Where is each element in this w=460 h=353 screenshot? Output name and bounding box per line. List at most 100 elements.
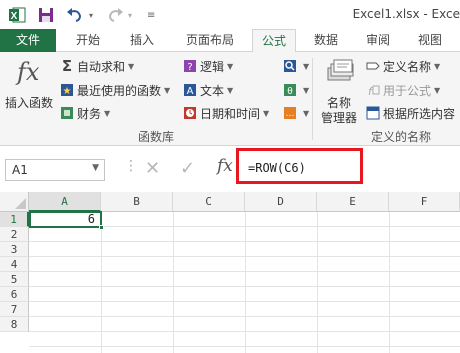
tab-page-layout[interactable]: 页面布局 — [174, 29, 246, 52]
financial-label: 财务 — [77, 106, 102, 121]
financial-book-icon — [60, 106, 74, 120]
svg-text:A: A — [187, 86, 194, 97]
date-time-button[interactable]: 日期和时间 ▼ — [183, 103, 269, 123]
cancel-icon[interactable]: ✕ — [145, 158, 160, 179]
column-header-f[interactable]: F — [389, 192, 460, 212]
save-icon[interactable] — [38, 5, 54, 25]
svg-text:X: X — [11, 11, 18, 22]
text-button[interactable]: A 文本 ▼ — [183, 80, 233, 100]
insert-function-button[interactable]: fx 插入函数 — [3, 54, 55, 116]
window-title: Excel1.xlsx - Exce — [352, 7, 460, 21]
chevron-down-icon: ▼ — [303, 61, 310, 71]
tag-icon — [366, 59, 380, 73]
chevron-down-icon: ▼ — [104, 108, 111, 118]
row-header-1[interactable]: 1 — [0, 212, 29, 227]
text-label: 文本 — [200, 83, 225, 98]
create-from-selection-label: 根据所选内容 — [383, 106, 456, 121]
formula-bar: A1 ▼ ⋮ ✕ ✓ fx =ROW(C6) — [0, 146, 460, 188]
cell-a1[interactable]: 6 — [29, 211, 102, 228]
chevron-down-icon: ▼ — [303, 85, 310, 95]
sigma-icon: Σ — [61, 57, 73, 75]
text-book-icon: A — [183, 83, 197, 97]
chevron-down-icon: ▼ — [263, 108, 270, 118]
create-from-selection-button[interactable]: 根据所选内容 — [366, 103, 455, 123]
svg-text:θ: θ — [287, 87, 293, 97]
name-manager-button[interactable]: 名称 管理器 — [318, 54, 362, 126]
logical-book-icon: ? — [183, 59, 197, 73]
chevron-down-icon: ▼ — [227, 61, 234, 71]
svg-text:?: ? — [187, 62, 192, 73]
customize-qat-icon[interactable]: ≡ — [147, 5, 155, 25]
clock-book-icon — [183, 106, 197, 120]
row-header-5[interactable]: 5 — [0, 272, 29, 287]
chevron-down-icon: ▼ — [434, 61, 441, 71]
column-header-a[interactable]: A — [29, 192, 101, 212]
define-name-label: 定义名称 — [383, 59, 432, 74]
tab-file[interactable]: 文件 — [0, 29, 56, 52]
gridlines — [29, 212, 460, 353]
star-book-icon: ★ — [60, 83, 74, 97]
date-time-label: 日期和时间 — [200, 106, 261, 121]
math-button[interactable]: θ ▼ — [283, 80, 309, 100]
lookup-button[interactable]: ▼ — [283, 56, 309, 76]
define-name-button[interactable]: 定义名称 ▼ — [366, 56, 440, 76]
row-header-3[interactable]: 3 — [0, 242, 29, 257]
highlight-box — [236, 148, 363, 184]
math-book-icon: θ — [283, 83, 297, 97]
worksheet-grid[interactable]: A B C D E F 1 2 3 4 5 6 7 8 6 — [0, 188, 460, 353]
row-header-6[interactable]: 6 — [0, 287, 29, 302]
cell-a1-value: 6 — [87, 212, 95, 226]
tab-data[interactable]: 数据 — [304, 29, 348, 52]
ribbon-tabs: 文件 开始 插入 页面布局 公式 数据 审阅 视图 — [0, 29, 460, 53]
title-bar: X ▾ ▾ ≡ Excel1.xlsx - Exce — [0, 0, 460, 30]
tab-review[interactable]: 审阅 — [356, 29, 400, 52]
name-box-value: A1 — [12, 163, 28, 177]
column-header-d[interactable]: D — [245, 192, 317, 212]
undo-icon[interactable] — [66, 5, 84, 25]
function-library-group-label: 函数库 — [138, 130, 175, 144]
row-header-4[interactable]: 4 — [0, 257, 29, 272]
ribbon-formulas: fx 插入函数 Σ 自动求和 ▼ ★ 最近使用的函数 ▼ 财务 ▼ ? 逻辑 ▼… — [0, 52, 460, 146]
svg-text:★: ★ — [63, 86, 72, 97]
group-separator — [312, 58, 313, 140]
logical-button[interactable]: ? 逻辑 ▼ — [183, 56, 233, 76]
autosum-button[interactable]: Σ 自动求和 ▼ — [60, 56, 134, 76]
financial-button[interactable]: 财务 ▼ — [60, 103, 110, 123]
tab-home[interactable]: 开始 — [66, 29, 110, 52]
select-all-corner[interactable] — [0, 192, 29, 212]
create-from-selection-icon — [366, 106, 380, 120]
column-header-c[interactable]: C — [173, 192, 245, 212]
tab-view[interactable]: 视图 — [408, 29, 452, 52]
tab-insert[interactable]: 插入 — [120, 29, 164, 52]
enter-icon[interactable]: ✓ — [180, 158, 195, 179]
name-manager-icon — [325, 58, 355, 91]
insert-function-fx-icon[interactable]: fx — [217, 156, 233, 176]
recently-used-button[interactable]: ★ 最近使用的函数 ▼ — [60, 80, 170, 100]
name-manager-label-2: 管理器 — [321, 111, 358, 125]
row-header-2[interactable]: 2 — [0, 227, 29, 242]
undo-dropdown-icon[interactable]: ▾ — [89, 5, 93, 25]
chevron-down-icon: ▼ — [303, 108, 310, 118]
defined-names-group-label: 定义的名称 — [371, 130, 432, 144]
row-header-7[interactable]: 7 — [0, 302, 29, 317]
svg-text:…: … — [286, 109, 295, 119]
redo-dropdown-icon[interactable]: ▾ — [128, 5, 132, 25]
redo-icon[interactable] — [106, 5, 124, 25]
tab-formulas[interactable]: 公式 — [252, 29, 296, 53]
row-header-8[interactable]: 8 — [0, 317, 29, 332]
more-functions-icon: … — [283, 106, 297, 120]
column-header-e[interactable]: E — [317, 192, 389, 212]
use-in-formula-button[interactable]: f 用于公式 ▼ — [366, 80, 440, 100]
more-functions-button[interactable]: … ▼ — [283, 103, 309, 123]
more-options-icon: ⋮ — [124, 158, 138, 174]
chevron-down-icon: ▼ — [164, 85, 171, 95]
use-in-formula-icon: f — [366, 83, 380, 97]
fx-icon: fx — [17, 58, 40, 86]
column-header-b[interactable]: B — [101, 192, 173, 212]
excel-logo-icon: X — [8, 5, 26, 25]
fill-handle[interactable] — [99, 225, 104, 230]
chevron-down-icon: ▼ — [227, 85, 234, 95]
insert-function-label: 插入函数 — [5, 96, 54, 110]
recently-used-label: 最近使用的函数 — [77, 83, 162, 98]
name-box[interactable]: A1 ▼ — [5, 159, 105, 181]
